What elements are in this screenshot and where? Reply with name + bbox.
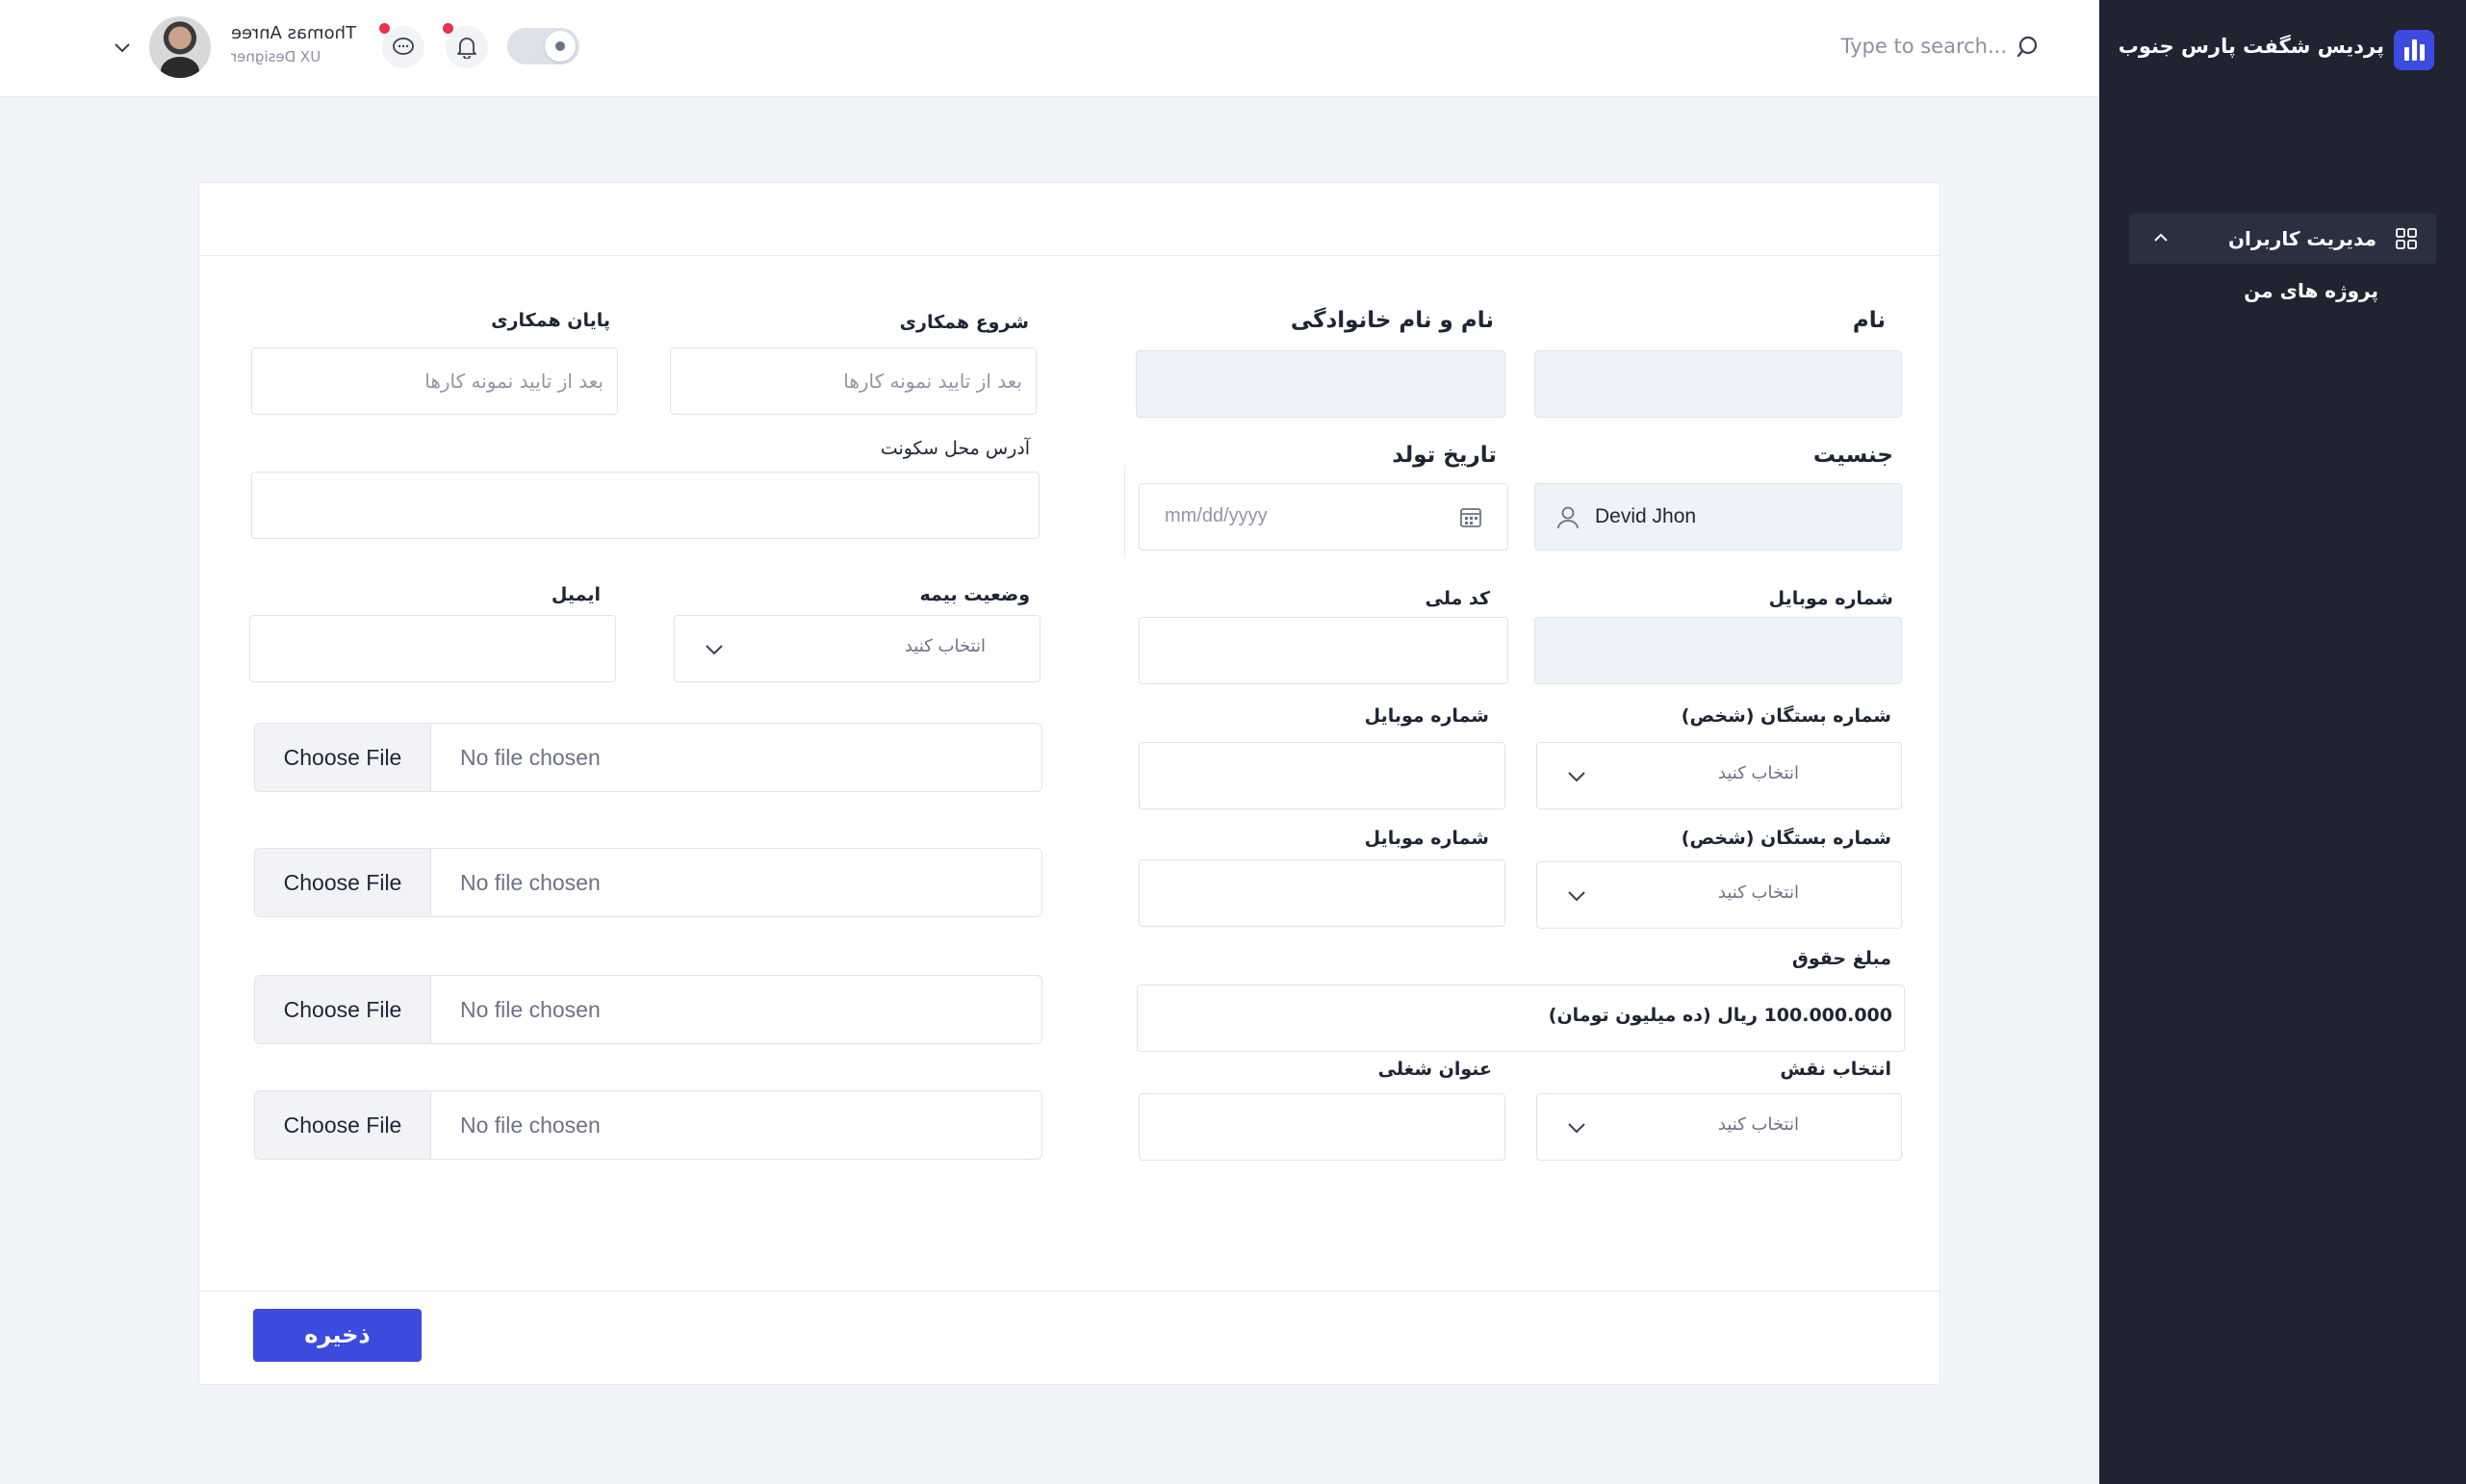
mobile-field[interactable] <box>1534 617 1902 684</box>
national-code-label: کد ملی <box>1425 588 1490 609</box>
choose-file-button[interactable]: Choose File <box>255 849 431 916</box>
email-label: ایمیل <box>551 584 601 605</box>
brand-logo-icon[interactable] <box>2394 30 2434 70</box>
salary-field[interactable]: 100.000.000 ریال (ده میلیون تومان) <box>1137 985 1905 1052</box>
birth-date-field[interactable]: mm/dd/yyyy <box>1139 483 1508 550</box>
card-divider <box>198 1291 1940 1292</box>
mobile-label: شماره موبایل <box>1768 588 1893 609</box>
birth-date-placeholder: mm/dd/yyyy <box>1165 505 1268 526</box>
birth-date-label: تاریخ تولد <box>1392 443 1497 468</box>
user-role: UX Designer <box>231 48 321 65</box>
messages-button[interactable] <box>379 23 424 68</box>
salary-value: 100.000.000 ریال (ده میلیون تومان) <box>1548 1005 1892 1026</box>
relative-2-selected: انتخاب کنید <box>1717 883 1799 903</box>
bell-icon <box>457 38 476 59</box>
column-divider <box>1124 466 1125 557</box>
chevron-down-icon <box>1568 772 1585 782</box>
address-label: آدرس محل سکونت <box>880 438 1030 459</box>
message-dot <box>379 23 390 34</box>
role-select[interactable]: انتخاب کنید <box>1536 1093 1902 1161</box>
coop-start-label: شروع همکاری <box>899 312 1029 333</box>
gender-value: Devid Jhon <box>1595 505 1697 527</box>
chevron-down-icon <box>1568 1123 1585 1134</box>
file-input[interactable]: Choose File No file chosen <box>254 1090 1042 1160</box>
chat-icon <box>393 38 414 55</box>
insurance-label: وضعیت بیمه <box>919 584 1030 605</box>
file-input[interactable]: Choose File No file chosen <box>254 975 1042 1044</box>
chevron-up-icon[interactable] <box>2152 229 2170 246</box>
sidebar-item-label: مدیریت کاربران <box>2227 227 2376 250</box>
user-icon <box>1557 506 1579 529</box>
file-status: No file chosen <box>460 997 601 1022</box>
file-status: No file chosen <box>460 1113 601 1138</box>
choose-file-button[interactable]: Choose File <box>255 724 431 791</box>
grid-icon <box>2396 228 2417 249</box>
sidebar-item-user-management[interactable]: مدیریت کاربران <box>2129 214 2436 264</box>
calendar-icon[interactable] <box>1459 505 1482 528</box>
job-title-label: عنوان شغلی <box>1377 1059 1492 1080</box>
chevron-down-icon <box>1568 891 1585 902</box>
relative-1-selected: انتخاب کنید <box>1717 763 1799 783</box>
role-label: انتخاب نقش <box>1780 1059 1891 1080</box>
full-name-field[interactable] <box>1136 350 1505 418</box>
chevron-down-icon[interactable] <box>113 38 132 57</box>
insurance-select[interactable]: انتخاب کنید <box>674 615 1040 682</box>
national-code-field[interactable] <box>1139 617 1508 684</box>
coop-end-label: پایان همکاری <box>491 310 610 331</box>
coop-end-field[interactable] <box>251 347 618 415</box>
salary-label: مبلغ حقوق <box>1791 948 1891 969</box>
email-field[interactable] <box>249 615 616 682</box>
search-input[interactable] <box>1790 29 2007 64</box>
first-name-field[interactable] <box>1534 350 1902 418</box>
file-status: No file chosen <box>460 745 601 770</box>
file-status: No file chosen <box>460 870 601 895</box>
chevron-down-icon <box>706 645 723 655</box>
card-divider <box>198 255 1940 256</box>
relative-2-label: شماره بستگان (شخص) <box>1681 828 1891 849</box>
relative-1-mobile-field[interactable] <box>1139 742 1505 809</box>
sun-icon <box>545 31 576 62</box>
coop-start-field[interactable] <box>670 347 1037 415</box>
notification-button[interactable] <box>443 23 488 68</box>
sidebar-item-my-projects[interactable]: پروژه های من <box>2244 279 2378 302</box>
choose-file-button[interactable]: Choose File <box>255 976 431 1043</box>
relative-1-select[interactable]: انتخاب کنید <box>1536 742 1902 809</box>
gender-field[interactable]: Devid Jhon <box>1534 483 1902 550</box>
relative-1-mobile-label: شماره موبایل <box>1364 705 1489 727</box>
role-selected: انتخاب کنید <box>1717 1114 1799 1135</box>
choose-file-button[interactable]: Choose File <box>255 1091 431 1159</box>
address-field[interactable] <box>251 472 1040 539</box>
relative-2-select[interactable]: انتخاب کنید <box>1536 861 1902 929</box>
relative-2-mobile-label: شماره موبایل <box>1364 828 1489 849</box>
save-button[interactable]: ذخیره <box>253 1309 422 1362</box>
file-input[interactable]: Choose File No file chosen <box>254 723 1042 792</box>
file-input[interactable]: Choose File No file chosen <box>254 848 1042 917</box>
notification-dot <box>443 23 453 34</box>
theme-toggle[interactable] <box>507 28 579 64</box>
relative-2-mobile-field[interactable] <box>1139 859 1505 927</box>
first-name-label: نام <box>1852 308 1886 333</box>
user-name: Thomas Anree <box>231 23 356 43</box>
full-name-label: نام و نام خانوادگی <box>1290 308 1494 333</box>
brand-name: پردیس شگفت پارس جنوب <box>2118 35 2384 58</box>
relative-1-label: شماره بستگان (شخص) <box>1681 705 1891 727</box>
avatar[interactable] <box>149 16 211 78</box>
job-title-field[interactable] <box>1139 1093 1505 1161</box>
gender-label: جنسیت <box>1812 443 1893 468</box>
search-icon[interactable] <box>2016 35 2042 60</box>
insurance-selected: انتخاب کنید <box>904 636 986 656</box>
